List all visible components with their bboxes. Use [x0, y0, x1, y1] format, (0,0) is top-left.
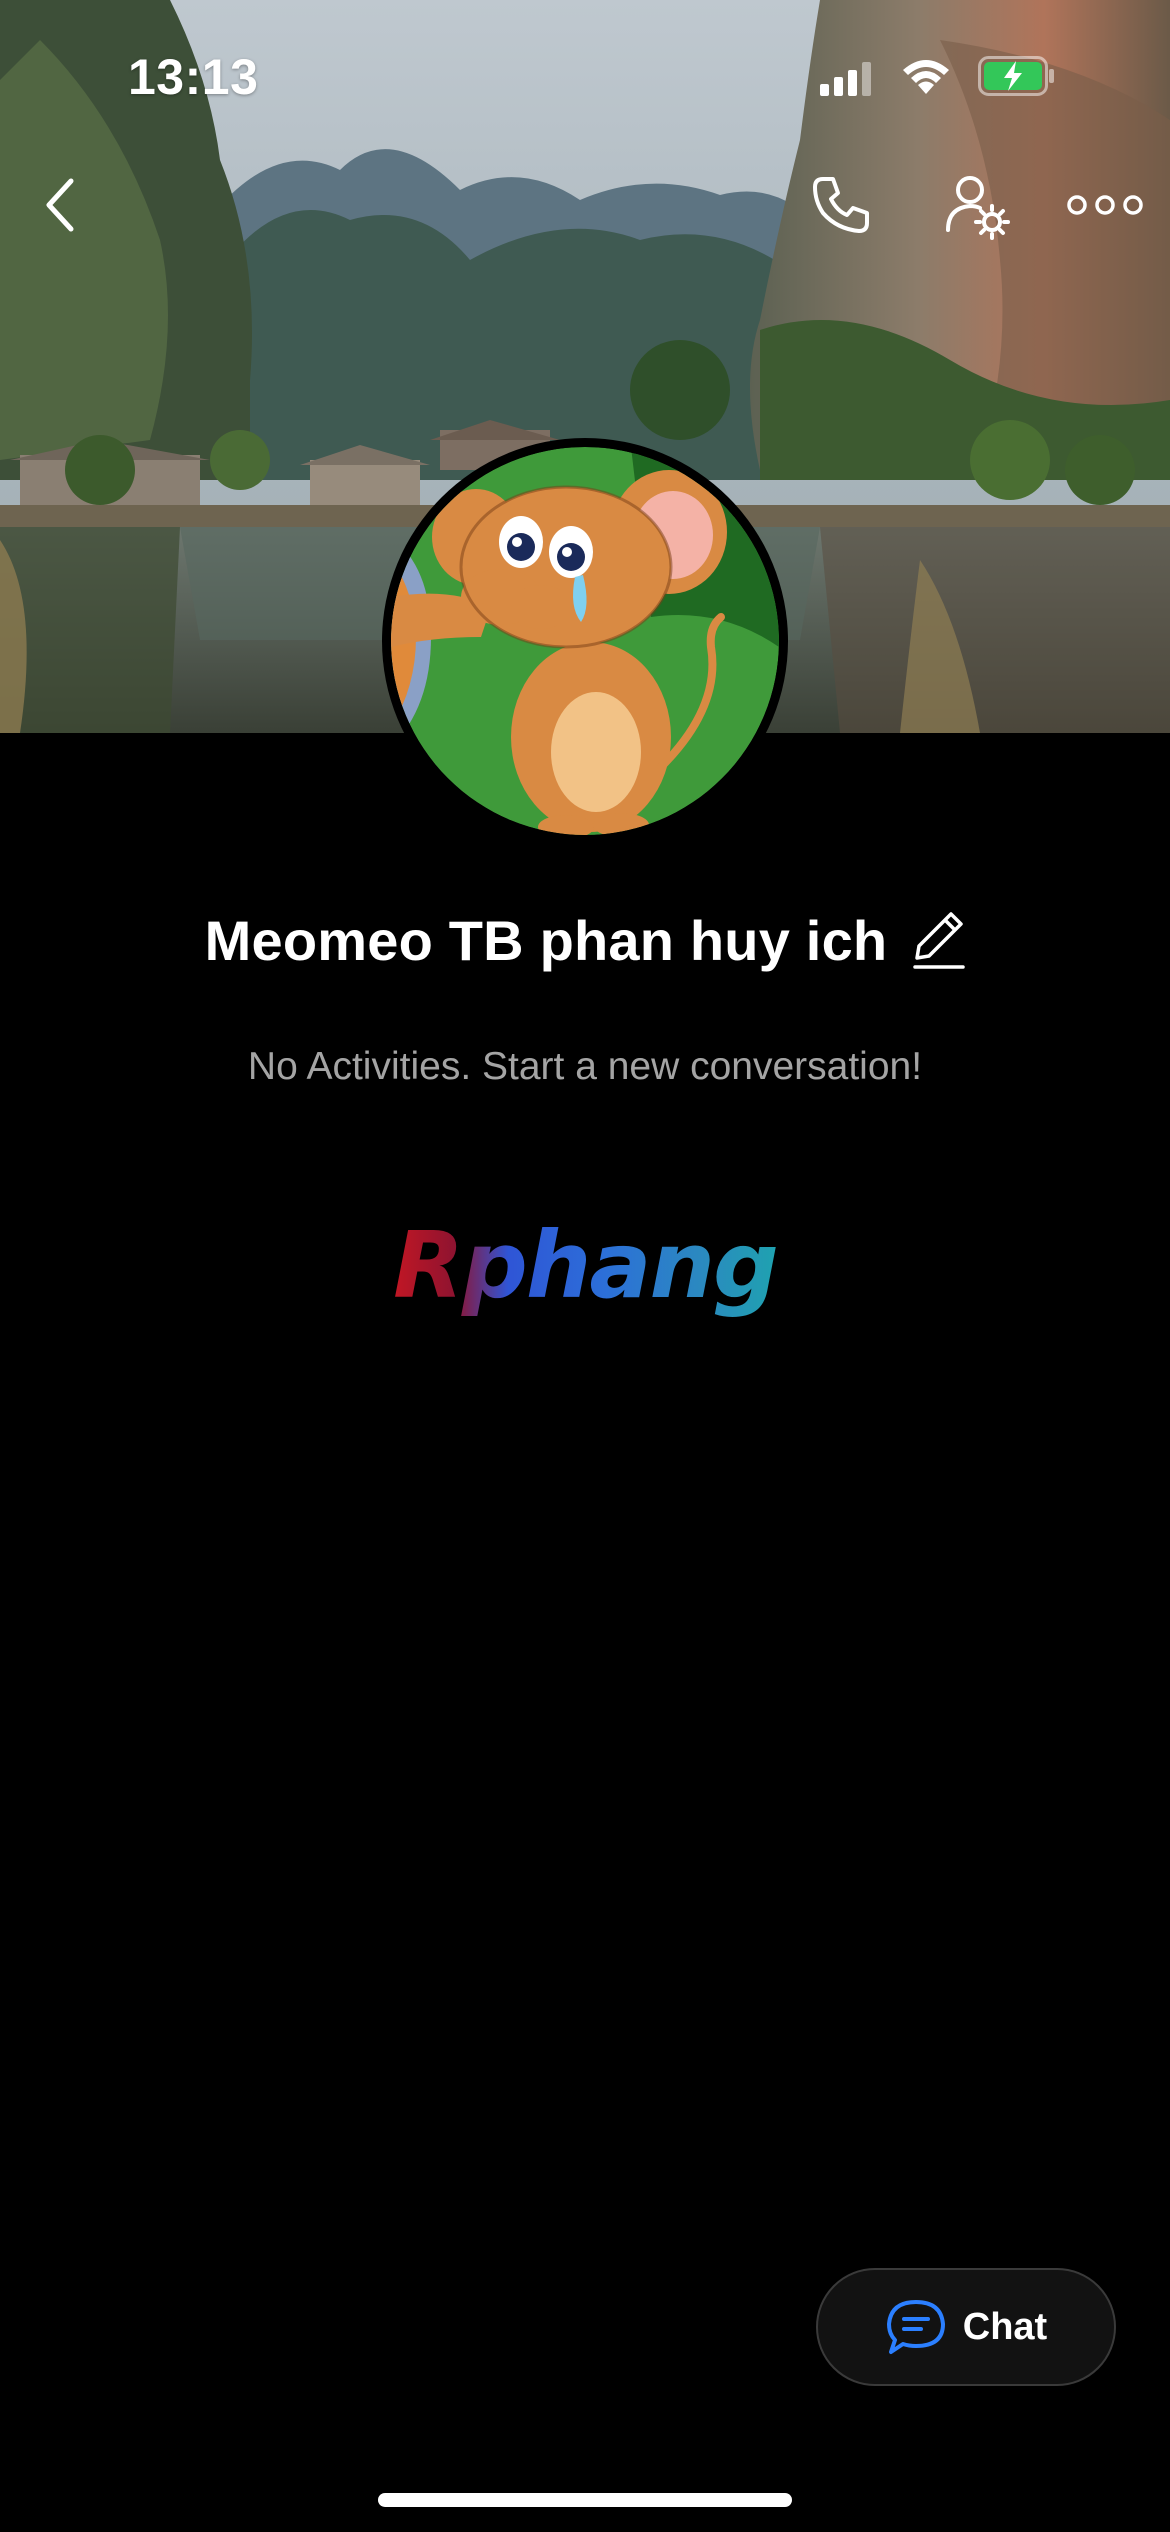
- phone-icon: [813, 177, 869, 233]
- status-time: 13:13: [128, 49, 259, 105]
- empty-activity-message: No Activities. Start a new conversation!: [247, 1045, 923, 1088]
- chat-button-label: Chat: [962, 2305, 1048, 2348]
- battery-charging-icon: [978, 56, 1054, 96]
- more-options-button[interactable]: [1060, 160, 1150, 250]
- chat-bubble-icon: [886, 2300, 945, 2354]
- chevron-left-icon: [46, 178, 74, 232]
- status-bar: 13:13: [0, 0, 1170, 150]
- pencil-icon: [913, 912, 966, 969]
- brand-logo-text: Rphang: [393, 1211, 779, 1319]
- profile-screen: 13:13 Meomeo TB phan huy ich No Activiti…: [0, 0, 1170, 2532]
- more-dots-icon: [1067, 195, 1143, 215]
- user-settings-icon: [946, 176, 1010, 240]
- chat-button[interactable]: Chat: [816, 2268, 1116, 2386]
- status-icons: [770, 0, 1170, 150]
- call-button[interactable]: [796, 160, 886, 250]
- back-button[interactable]: [16, 160, 106, 250]
- edit-name-button[interactable]: [911, 910, 966, 970]
- profile-name-row: Meomeo TB phan huy ich: [0, 900, 1170, 980]
- profile-avatar[interactable]: [382, 438, 788, 844]
- wifi-icon: [903, 60, 949, 94]
- crying-mouse-cartoon: [391, 447, 779, 835]
- brand-logo: Rphang: [0, 1210, 1170, 1320]
- home-indicator[interactable]: [378, 2493, 792, 2507]
- profile-name: Meomeo TB phan huy ich: [204, 908, 888, 972]
- cellular-signal-icon: [820, 62, 871, 96]
- profile-settings-button[interactable]: [932, 160, 1022, 250]
